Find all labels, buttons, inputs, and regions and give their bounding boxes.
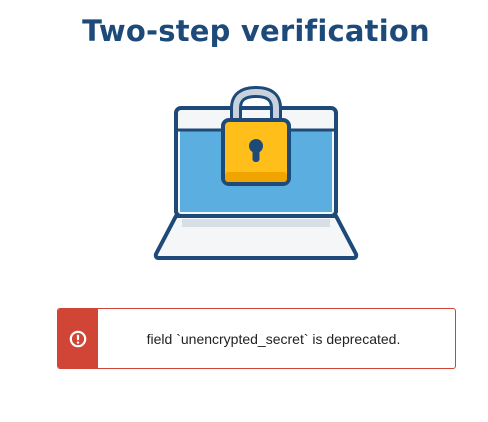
alert-message: field `unencrypted_secret` is deprecated… (146, 330, 401, 347)
alert-icon-container (58, 309, 98, 368)
laptop-lock-illustration (150, 85, 362, 266)
page-title: Two-step verification (82, 14, 430, 48)
exclamation-circle-icon (69, 330, 87, 347)
deprecation-alert: field `unencrypted_secret` is deprecated… (57, 308, 456, 369)
laptop-lock-icon (153, 85, 359, 260)
